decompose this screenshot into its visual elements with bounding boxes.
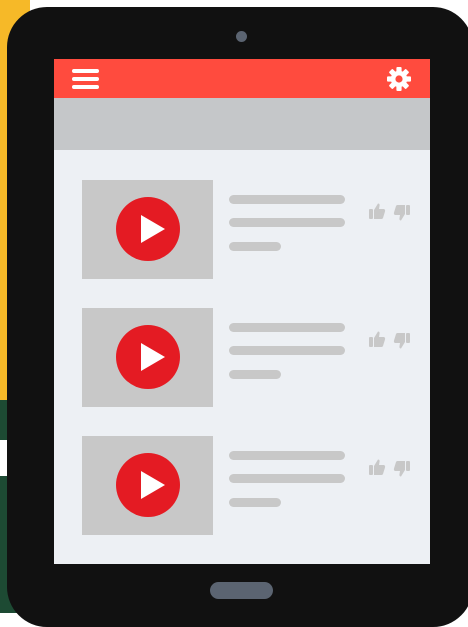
hamburger-menu-icon[interactable]	[72, 69, 99, 89]
video-list-item[interactable]	[82, 180, 412, 279]
title-placeholder-line	[229, 451, 345, 460]
video-thumbnail[interactable]	[82, 180, 213, 279]
thumbs-up-icon[interactable]	[368, 202, 386, 220]
video-list-item[interactable]	[82, 436, 412, 535]
thumbs-up-icon[interactable]	[368, 330, 386, 348]
meta-placeholder-line	[229, 498, 281, 507]
subtitle-placeholder-line	[229, 346, 345, 355]
play-icon[interactable]	[116, 453, 180, 517]
tablet-screen	[54, 59, 430, 564]
meta-placeholder-line	[229, 370, 281, 379]
subtitle-placeholder-line	[229, 474, 345, 483]
video-thumbnail[interactable]	[82, 308, 213, 407]
title-placeholder-line	[229, 195, 345, 204]
app-top-bar	[54, 59, 430, 98]
meta-placeholder-line	[229, 242, 281, 251]
gear-icon[interactable]	[386, 66, 412, 92]
thumbs-down-icon[interactable]	[393, 332, 411, 350]
title-placeholder-line	[229, 323, 345, 332]
home-button[interactable]	[210, 582, 273, 599]
tablet-device	[7, 7, 468, 627]
video-thumbnail[interactable]	[82, 436, 213, 535]
subtitle-placeholder-line	[229, 218, 345, 227]
play-icon[interactable]	[116, 325, 180, 389]
app-sub-header	[54, 98, 430, 150]
thumbs-down-icon[interactable]	[393, 460, 411, 478]
thumbs-down-icon[interactable]	[393, 204, 411, 222]
video-list-item[interactable]	[82, 308, 412, 407]
thumbs-up-icon[interactable]	[368, 458, 386, 476]
front-camera	[236, 31, 247, 42]
play-icon[interactable]	[116, 197, 180, 261]
